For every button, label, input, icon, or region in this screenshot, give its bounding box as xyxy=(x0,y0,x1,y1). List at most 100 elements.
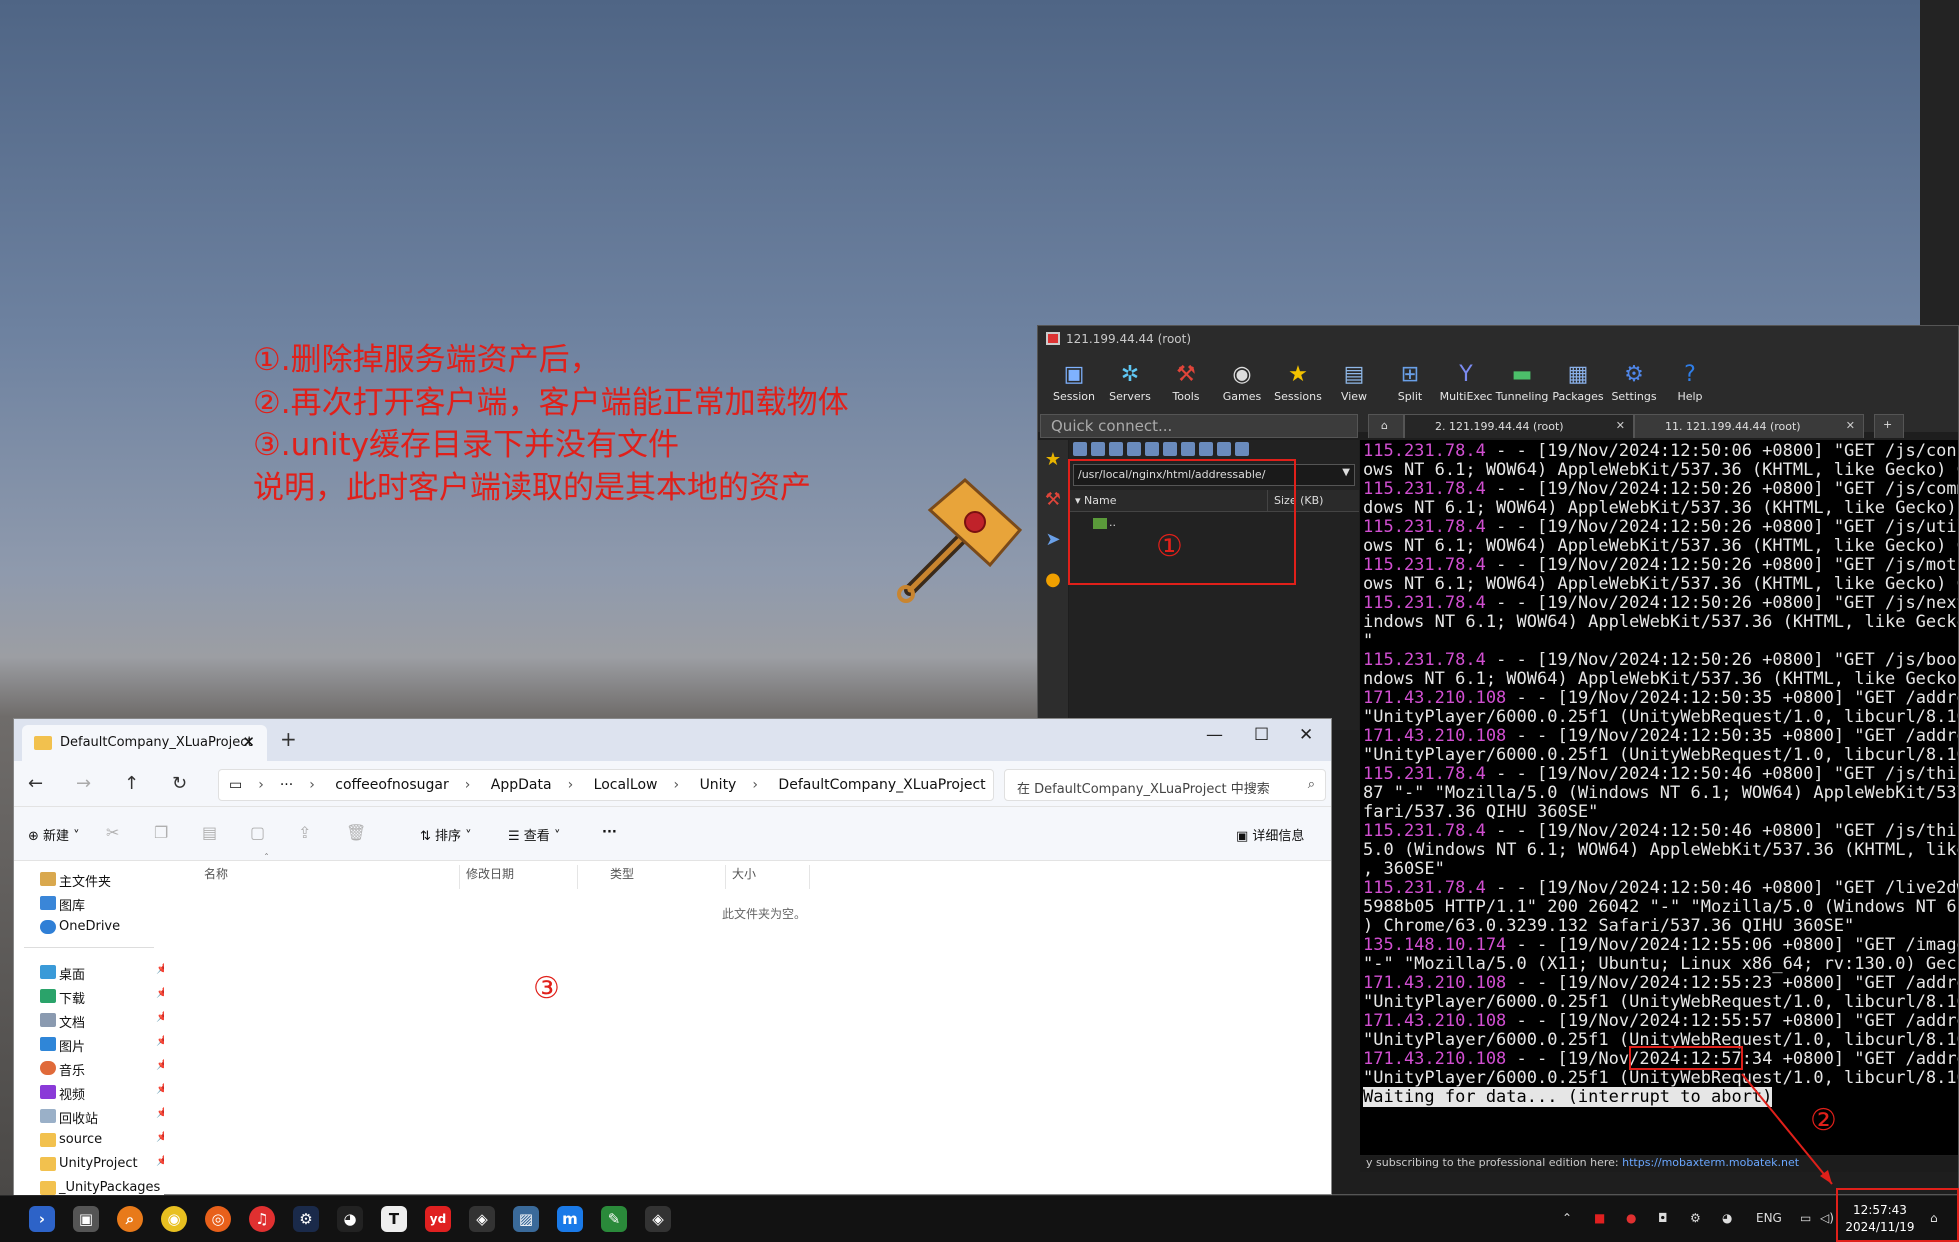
sort-button[interactable]: ⇅ 排序 ˅ xyxy=(420,825,472,844)
volume-icon[interactable]: ◁) xyxy=(1820,1211,1834,1225)
sftp-tool-icon[interactable] xyxy=(1127,442,1141,456)
nav-item-recycle-bin[interactable]: 回收站 📌 xyxy=(14,1104,168,1128)
home-tab[interactable]: ⌂ xyxy=(1368,414,1404,438)
new-tab-button[interactable]: + xyxy=(1874,414,1904,438)
up-arrow-icon[interactable]: ↑ xyxy=(124,773,139,794)
mobaxterm-statusbar: y subscribing to the professional editio… xyxy=(1360,1156,1958,1172)
sftp-send-icon[interactable]: ➤ xyxy=(1038,520,1068,560)
copy-icon[interactable]: ❐ xyxy=(154,823,168,842)
nav-item-onedrive[interactable]: OneDrive xyxy=(14,915,164,939)
view-button[interactable]: ☰ 查看 ˅ xyxy=(508,825,560,844)
sftp-tool-icon[interactable] xyxy=(1163,442,1177,456)
image-viewer-icon[interactable]: ▨ xyxy=(513,1206,539,1232)
nav-item-gallery[interactable]: 图库 xyxy=(14,891,164,915)
qq-tray-icon[interactable]: ◕ xyxy=(1722,1211,1732,1225)
close-icon[interactable]: ✕ xyxy=(242,733,255,751)
sort-caret-icon: ˆ xyxy=(264,853,269,864)
nav-item-pictures[interactable]: 图片 📌 xyxy=(14,1032,168,1056)
terminal-line: 135.148.10.174 - - [19/Nov/2024:12:55:06… xyxy=(1363,935,1958,955)
mobaxterm-taskbar-icon[interactable]: ▣ xyxy=(73,1206,99,1232)
nav-item-source[interactable]: source 📌 xyxy=(14,1128,168,1152)
youdao-icon[interactable]: yd xyxy=(425,1206,451,1232)
column-size[interactable]: 大小 xyxy=(732,865,810,889)
back-arrow-icon[interactable]: ← xyxy=(28,773,43,794)
breadcrumb-item[interactable]: coffeeofnosugar xyxy=(335,777,448,793)
tab-session-2[interactable]: 2. 121.199.44.44 (root) ✕ xyxy=(1404,414,1634,438)
meitu-icon[interactable]: m xyxy=(557,1206,583,1232)
sftp-tool-icon[interactable] xyxy=(1235,442,1249,456)
sftp-tool-icon[interactable] xyxy=(1145,442,1159,456)
steam-tray-icon[interactable]: ⚙ xyxy=(1690,1211,1701,1225)
column-type[interactable]: 类型 xyxy=(610,865,726,889)
netease-music-icon[interactable]: ♫ xyxy=(249,1206,275,1232)
netease-tray-icon[interactable]: ● xyxy=(1626,1211,1636,1225)
nav-item-unityproject[interactable]: UnityProject 📌 xyxy=(14,1152,168,1176)
powershell-icon[interactable]: › xyxy=(29,1206,55,1232)
sftp-tool-icon[interactable] xyxy=(1217,442,1231,456)
new-button[interactable]: ⊕ 新建 ˅ xyxy=(28,825,80,844)
qq-icon[interactable]: ◕ xyxy=(337,1206,363,1232)
sftp-tool-icon[interactable] xyxy=(1199,442,1213,456)
breadcrumb-item[interactable]: Unity xyxy=(700,777,737,793)
discord-tray-icon[interactable]: ◘ xyxy=(1658,1211,1668,1225)
network-icon[interactable]: ▭ xyxy=(1800,1211,1811,1225)
sftp-tool-icon[interactable] xyxy=(1073,442,1087,456)
nav-item-music[interactable]: 音乐 📌 xyxy=(14,1056,168,1080)
unity-hub-icon[interactable]: ◈ xyxy=(469,1206,495,1232)
sessions-star-icon[interactable]: ★ xyxy=(1038,440,1068,480)
terminal-line: 115.231.78.4 - - [19/Nov/2024:12:50:26 +… xyxy=(1363,650,1958,670)
nav-item-desktop[interactable]: 桌面 📌 xyxy=(14,960,168,984)
macros-icon[interactable]: ● xyxy=(1038,560,1068,600)
cut-icon[interactable]: ✂ xyxy=(106,823,119,842)
tools-sidebar-icon[interactable]: ⚒ xyxy=(1038,480,1068,520)
rename-icon[interactable]: ▢ xyxy=(250,823,265,842)
notepad-icon[interactable]: ✎ xyxy=(601,1206,627,1232)
refresh-icon[interactable]: ↻ xyxy=(172,773,187,794)
tools-icon: ⚒ xyxy=(1176,362,1196,387)
nav-item-documents[interactable]: 文档 📌 xyxy=(14,1008,168,1032)
paste-icon[interactable]: ▤ xyxy=(202,823,217,842)
delete-icon[interactable]: 🗑 xyxy=(346,823,366,842)
terminal-waiting-line: Waiting for data... (interrupt to abort) xyxy=(1363,1087,1773,1107)
close-icon[interactable]: ✕ xyxy=(1616,419,1625,432)
home-icon xyxy=(40,872,56,886)
breadcrumb-item[interactable]: LocalLow xyxy=(594,777,658,793)
explorer-tab[interactable]: DefaultCompany_XLuaProject ✕ xyxy=(22,725,267,761)
minimize-icon[interactable]: — xyxy=(1206,725,1223,745)
share-icon[interactable]: ⇪ xyxy=(298,823,311,842)
breadcrumb-item[interactable]: DefaultCompany_XLuaProject xyxy=(778,777,985,793)
sftp-tool-icon[interactable] xyxy=(1091,442,1105,456)
terminal-line: 115.231.78.4 - - [19/Nov/2024:12:50:26 +… xyxy=(1363,593,1958,613)
search-input[interactable]: 在 DefaultCompany_XLuaProject 中搜索 ⌕ xyxy=(1004,769,1326,801)
tab-session-11[interactable]: 11. 121.199.44.44 (root) ✕ xyxy=(1634,414,1864,438)
window-close-icon[interactable]: ✕ xyxy=(1299,725,1313,745)
language-indicator[interactable]: ENG xyxy=(1756,1211,1782,1225)
close-icon[interactable]: ✕ xyxy=(1846,419,1855,432)
quick-connect-input[interactable]: Quick connect... xyxy=(1040,414,1358,438)
forward-arrow-icon[interactable]: → xyxy=(76,773,91,794)
sftp-tool-icon[interactable] xyxy=(1181,442,1195,456)
typora-icon[interactable]: T xyxy=(381,1206,407,1232)
chrome-icon[interactable]: ◉ xyxy=(161,1206,187,1232)
steam-icon[interactable]: ⚙ xyxy=(293,1206,319,1232)
new-tab-plus-icon[interactable]: + xyxy=(280,727,297,751)
details-button[interactable]: ▣ 详细信息 xyxy=(1236,825,1304,844)
overflow-icon[interactable]: ··· xyxy=(280,777,293,793)
address-bar[interactable]: ▭ › ··· › coffeeofnosugar › AppData › LocalLo… xyxy=(218,769,994,801)
breadcrumb-item[interactable]: AppData xyxy=(491,777,552,793)
terminal-line: ) Chrome/63.0.3239.132 Safari/537.36 QIH… xyxy=(1363,916,1855,936)
nav-item-downloads[interactable]: 下载 📌 xyxy=(14,984,168,1008)
chevron-down-icon[interactable]: ▼ xyxy=(1342,467,1350,478)
nav-item-home[interactable]: 主文件夹 xyxy=(14,867,164,891)
column-date[interactable]: 修改日期 xyxy=(466,865,578,889)
nav-item-videos[interactable]: 视频 📌 xyxy=(14,1080,168,1104)
sftp-tool-icon[interactable] xyxy=(1109,442,1123,456)
unity-icon[interactable]: ◈ xyxy=(645,1206,671,1232)
tray-overflow-icon[interactable]: ⌃ xyxy=(1562,1211,1572,1225)
youdao-tray-icon[interactable]: ■ xyxy=(1594,1211,1605,1225)
column-name[interactable]: 名称 xyxy=(204,865,460,889)
search-app-icon[interactable]: ⌕ xyxy=(117,1206,143,1232)
maximize-icon[interactable]: ☐ xyxy=(1254,725,1269,745)
more-button[interactable]: ··· xyxy=(602,825,617,840)
firefox-icon[interactable]: ◎ xyxy=(205,1206,231,1232)
